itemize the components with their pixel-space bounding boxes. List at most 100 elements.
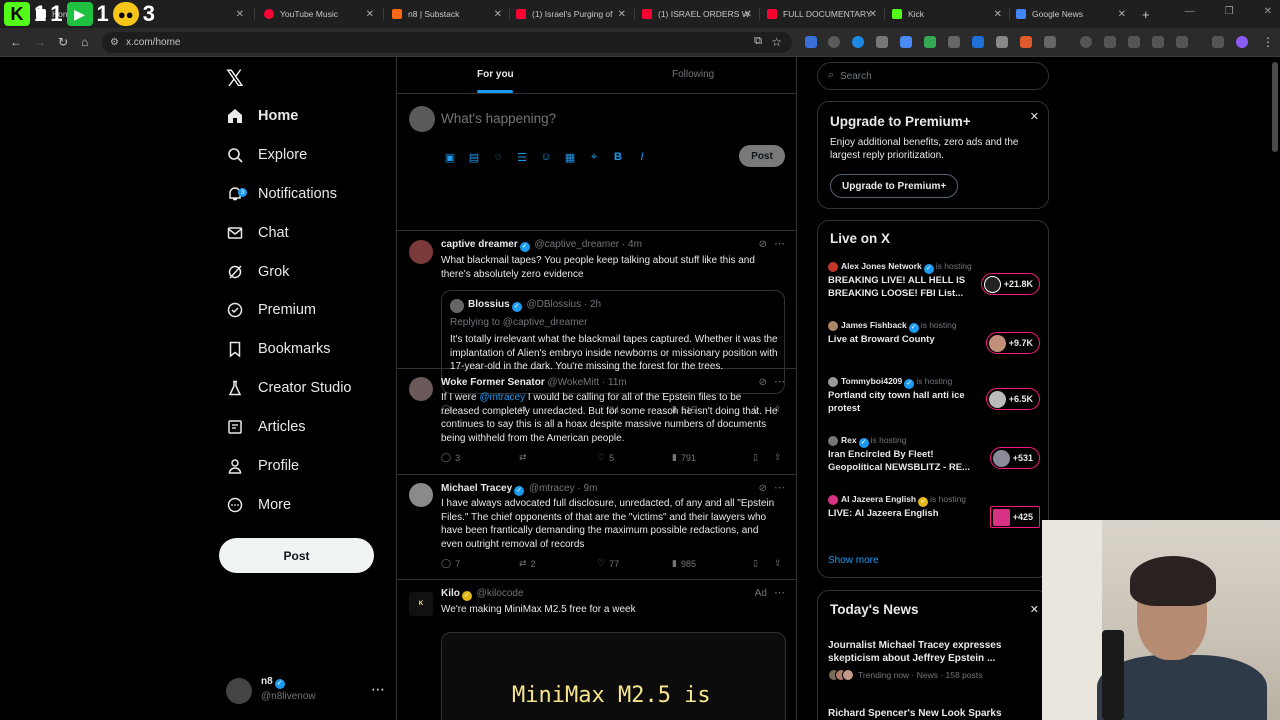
more-horizontal-icon[interactable]: ⋯ xyxy=(774,237,785,250)
avatar[interactable] xyxy=(409,483,433,507)
nav-more[interactable]: More xyxy=(226,490,291,520)
italic-icon[interactable]: I xyxy=(635,150,649,164)
ad-media-image[interactable]: MiniMax M2.5 is xyxy=(441,632,786,720)
avatar[interactable] xyxy=(409,240,433,264)
live-stream-item[interactable]: Tommyboi4209 ✓ is hosting Portland city to… xyxy=(828,376,1040,416)
live-viewers-pill[interactable]: +21.8K xyxy=(980,273,1040,295)
page-scrollbar[interactable] xyxy=(1272,62,1278,152)
site-info-icon[interactable]: ⚙ xyxy=(110,37,119,48)
x-logo-icon[interactable]: 𝕏 xyxy=(226,66,244,92)
author-name[interactable]: Woke Former Senator xyxy=(441,377,545,388)
schedule-icon[interactable]: ▦ xyxy=(563,150,577,164)
bookmark-icon[interactable]: ▯ xyxy=(753,452,758,463)
kilo-logo-icon[interactable]: K xyxy=(409,592,433,616)
emoji-icon[interactable]: ☺ xyxy=(539,150,553,164)
menu-icon[interactable] xyxy=(1212,36,1224,48)
search-input[interactable]: ⌕ Search xyxy=(817,62,1049,90)
bookmark-star-icon[interactable]: ☆ xyxy=(771,35,782,49)
toolbar-icon[interactable] xyxy=(1176,36,1188,48)
reply-icon[interactable]: ◯ 7 xyxy=(441,558,460,569)
extension-icon[interactable] xyxy=(996,36,1008,48)
minimize-icon[interactable]: — xyxy=(1185,6,1195,17)
nav-chat[interactable]: Chat xyxy=(226,218,289,248)
tweet[interactable]: Michael Tracey ✓ @mtracey · 9m ⊘ ⋯ I have… xyxy=(397,475,796,580)
tab-google-news[interactable]: Google News ✕ xyxy=(1010,3,1132,25)
devtools-icon[interactable] xyxy=(1128,36,1140,48)
reload-icon[interactable]: ↻ xyxy=(58,35,68,49)
tab-close-icon[interactable]: ✕ xyxy=(994,9,1002,20)
toolbar-icon[interactable] xyxy=(1104,36,1116,48)
tab-close-icon[interactable]: ✕ xyxy=(366,9,374,20)
more-horizontal-icon[interactable]: ⋯ xyxy=(371,681,385,698)
live-viewers-pill[interactable]: +425 xyxy=(989,506,1040,528)
live-viewers-pill[interactable]: +6.5K xyxy=(985,388,1040,410)
extension-icon[interactable] xyxy=(805,36,817,48)
tab-for-you[interactable]: For you xyxy=(477,69,514,80)
nav-explore[interactable]: Explore xyxy=(226,140,307,170)
extension-icon[interactable] xyxy=(924,36,936,48)
tab-youtube-2[interactable]: (1) ISRAEL ORDERS W ✕ xyxy=(636,3,758,25)
tab-youtube-3[interactable]: FULL DOCUMENTARY ✕ xyxy=(761,3,883,25)
mention-link[interactable]: @mtracey xyxy=(479,392,525,403)
compose-post-button[interactable]: Post xyxy=(739,145,785,167)
extensions-puzzle-icon[interactable] xyxy=(1044,36,1056,48)
tweet[interactable]: Woke Former Senator @WokeMitt · 11m ⊘ ⋯ … xyxy=(397,369,796,475)
profile-avatar-icon[interactable] xyxy=(1236,36,1248,48)
live-viewers-pill[interactable]: +9.7K xyxy=(985,332,1040,354)
views-icon[interactable]: ▮ 791 xyxy=(672,452,696,463)
location-icon[interactable]: ⌖ xyxy=(587,150,601,164)
forward-icon[interactable]: → xyxy=(34,35,46,49)
new-tab-button[interactable]: + xyxy=(1136,3,1152,25)
author-handle[interactable]: @kilocode xyxy=(477,588,524,599)
tab-close-icon[interactable]: ✕ xyxy=(618,9,626,20)
tab-close-icon[interactable]: ✕ xyxy=(1118,9,1126,20)
avatar[interactable] xyxy=(409,377,433,401)
tab-kick[interactable]: Kick ✕ xyxy=(886,3,1008,25)
share-icon[interactable]: ⇪ xyxy=(774,558,782,569)
bold-icon[interactable]: B xyxy=(611,150,625,164)
address-bar[interactable]: ⚙ x.com/home ⧉ ☆ xyxy=(102,32,792,53)
home-browser-icon[interactable]: ⌂ xyxy=(81,35,88,49)
install-app-icon[interactable]: ⧉ xyxy=(754,35,762,48)
nav-articles[interactable]: Articles xyxy=(226,412,306,442)
sidebar-icon[interactable] xyxy=(1152,36,1164,48)
nav-notifications[interactable]: 3 Notifications xyxy=(226,179,337,209)
tab-close-icon[interactable]: ✕ xyxy=(744,9,752,20)
tab-substack[interactable]: n8 | Substack ✕ xyxy=(386,3,508,25)
tab-close-icon[interactable]: ✕ xyxy=(869,9,877,20)
nav-grok[interactable]: Grok xyxy=(226,257,289,287)
history-icon[interactable] xyxy=(1080,36,1092,48)
tab-youtube-music[interactable]: YouTube Music ✕ xyxy=(258,3,380,25)
author-name[interactable]: Michael Tracey xyxy=(441,483,512,494)
nav-home[interactable]: Home xyxy=(226,101,298,131)
author-name[interactable]: captive dreamer xyxy=(441,239,518,250)
extension-icon[interactable] xyxy=(972,36,984,48)
more-horizontal-icon[interactable]: ⋯ xyxy=(774,586,785,599)
repost-icon[interactable]: ⇄ 2 xyxy=(519,558,536,569)
bookmark-icon[interactable]: ▯ xyxy=(753,558,758,569)
like-icon[interactable]: ♡ 5 xyxy=(597,452,614,463)
more-horizontal-icon[interactable]: ⋯ xyxy=(774,375,785,388)
timestamp[interactable]: · 11m xyxy=(602,377,627,388)
promoted-tweet[interactable]: K Kilo ✓ @kilocode Ad ⋯ We're making Mini… xyxy=(397,580,796,720)
nav-bookmarks[interactable]: Bookmarks xyxy=(226,334,331,364)
upgrade-button[interactable]: Upgrade to Premium+ xyxy=(830,174,959,198)
extension-icon[interactable] xyxy=(876,36,888,48)
extension-icon[interactable] xyxy=(1020,36,1032,48)
author-name[interactable]: Kilo xyxy=(441,588,460,599)
gif-icon[interactable]: ▤ xyxy=(467,150,481,164)
live-stream-item[interactable]: James Fishback ✓ is hosting Live at Browar… xyxy=(828,320,1040,360)
author-handle[interactable]: @mtracey xyxy=(529,483,575,494)
live-stream-item[interactable]: Al Jazeera English ✓ is hosting LIVE: Al J… xyxy=(828,494,1040,534)
kebab-menu-icon[interactable]: ⋮ xyxy=(1262,35,1274,49)
account-switcher[interactable]: n8 ✓ @n8livenow ⋯ xyxy=(226,676,386,706)
author-handle[interactable]: @WokeMitt xyxy=(548,377,600,388)
tab-following[interactable]: Following xyxy=(672,69,714,80)
news-item[interactable]: Journalist Michael Tracey expresses skep… xyxy=(828,639,1040,681)
tab-youtube-1[interactable]: (1) Israel's Purging of ✕ xyxy=(510,3,632,25)
reply-icon[interactable]: ◯ 3 xyxy=(441,452,460,463)
live-stream-item[interactable]: Rex ✓ is hosting Iran Encircled By Fleet! … xyxy=(828,435,1040,475)
nav-premium[interactable]: Premium xyxy=(226,295,316,325)
grok-icon[interactable]: ⊘ xyxy=(759,483,767,494)
show-more-link[interactable]: Show more xyxy=(828,555,879,566)
